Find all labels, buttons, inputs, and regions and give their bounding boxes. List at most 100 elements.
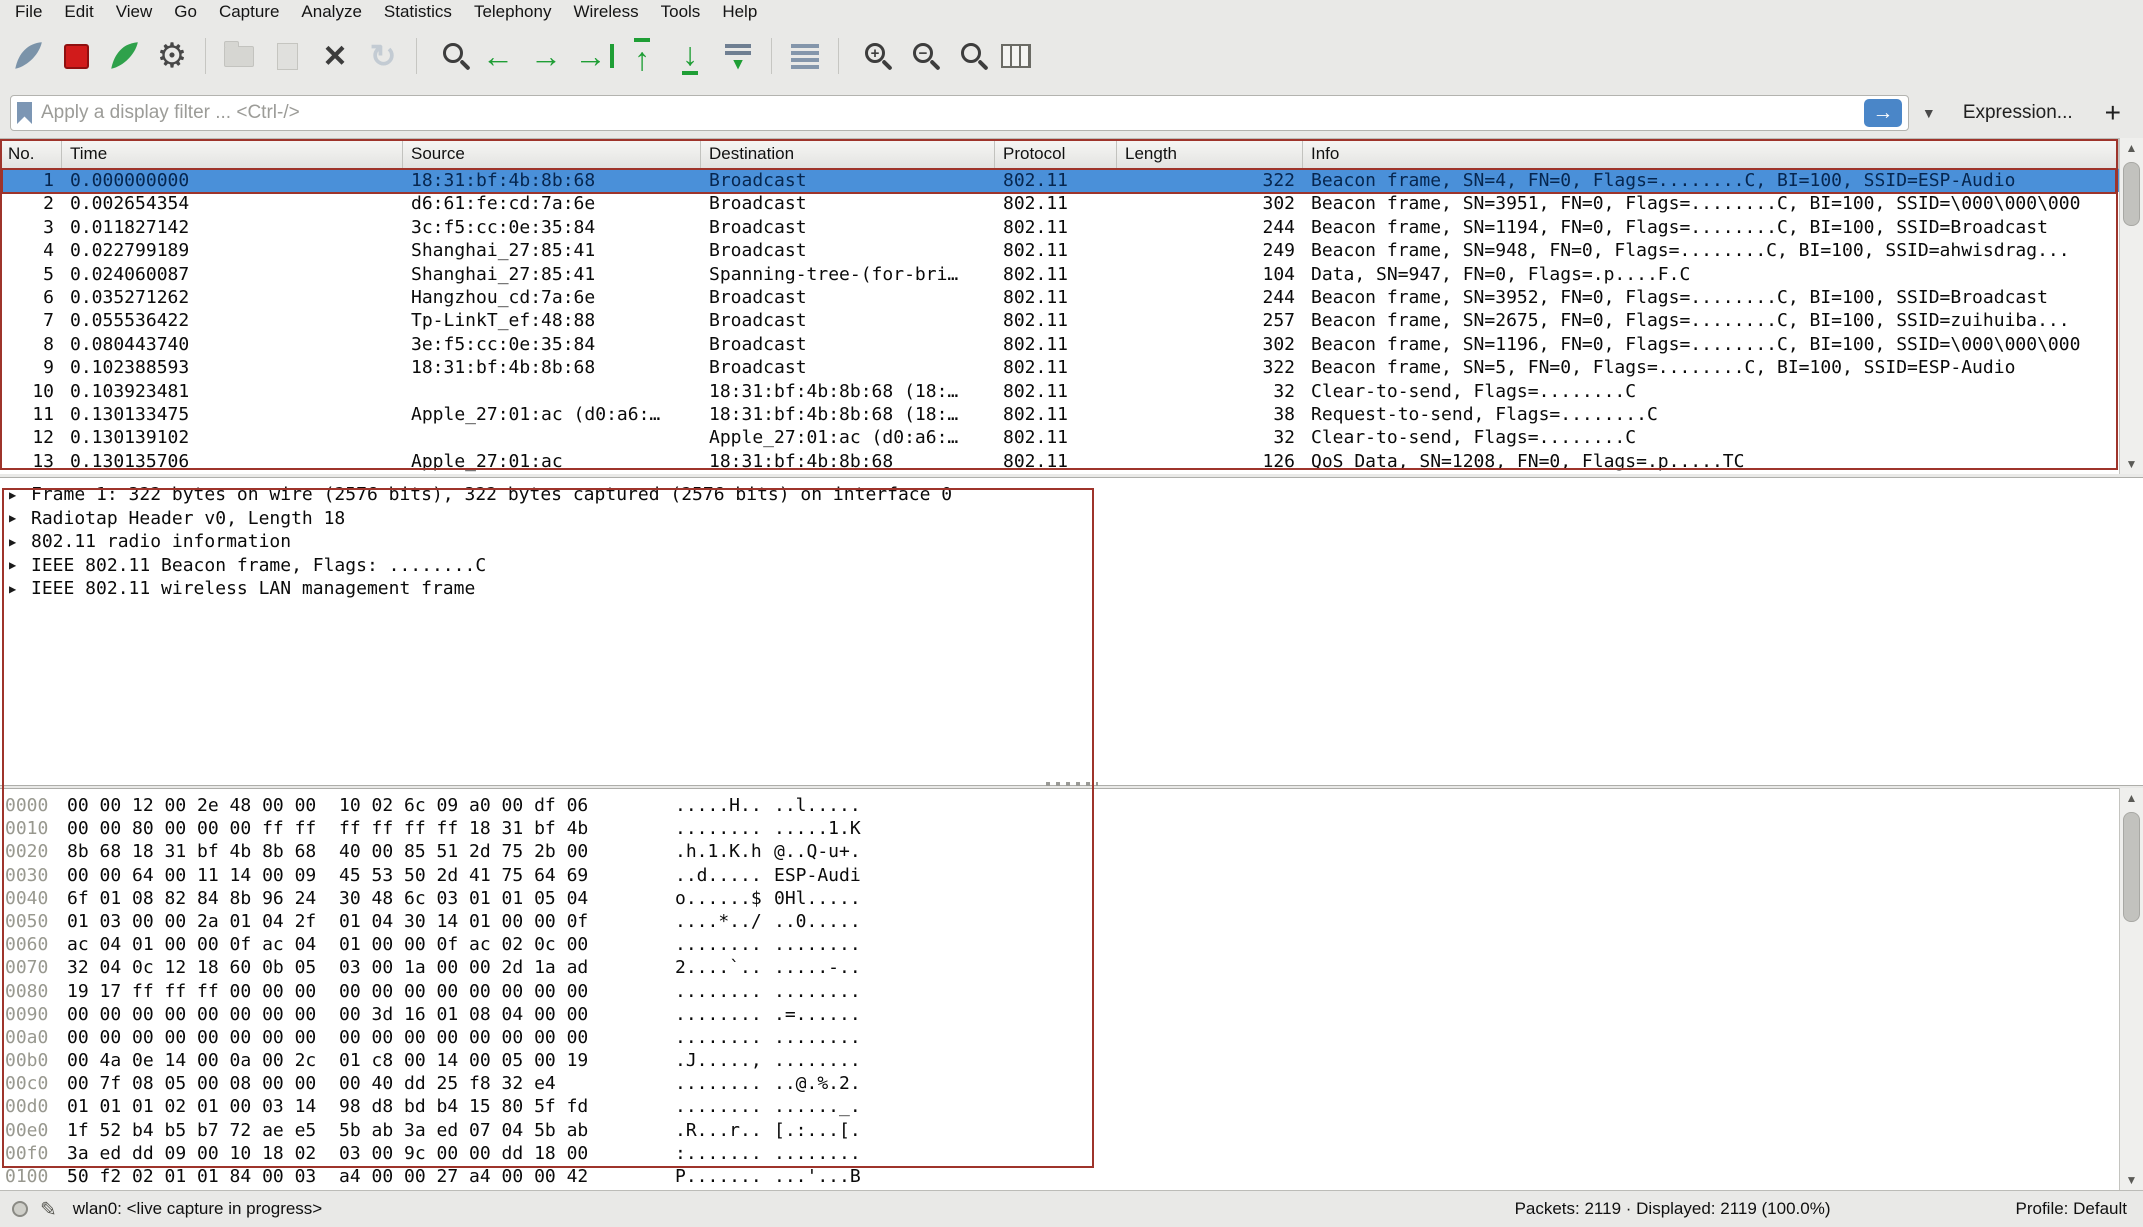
zoom-out-button[interactable]: − (896, 32, 944, 80)
column-header-info[interactable]: Info (1303, 139, 2119, 168)
expression-button[interactable]: Expression... (1949, 102, 2087, 124)
packet-list-scrollbar[interactable] (2119, 138, 2143, 474)
packet-row[interactable]: 130.130135706Apple_27:01:ac18:31:bf:4b:8… (0, 450, 2119, 473)
packet-row[interactable]: 40.022799189Shanghai_27:85:41Broadcast80… (0, 239, 2119, 262)
filter-history-dropdown-icon[interactable] (1915, 95, 1943, 131)
column-header-source[interactable]: Source (403, 139, 701, 168)
column-header-length[interactable]: Length (1117, 139, 1303, 168)
profile-text[interactable]: Profile: Default (2016, 1199, 2128, 1219)
start-capture-button[interactable] (4, 32, 52, 80)
restart-capture-button[interactable] (100, 32, 148, 80)
cell-source: Shanghai_27:85:41 (403, 263, 701, 286)
open-file-button[interactable] (215, 32, 263, 80)
save-file-button[interactable] (263, 32, 311, 80)
menu-file[interactable]: File (4, 1, 53, 23)
hex-row[interactable]: 003000 00 64 00 11 14 00 0945 53 50 2d 4… (0, 864, 2119, 887)
hex-row[interactable]: 009000 00 00 00 00 00 00 0000 3d 16 01 0… (0, 1003, 2119, 1026)
menu-go[interactable]: Go (163, 1, 208, 23)
next-packet-button[interactable]: → (522, 32, 570, 80)
cell-destination: 18:31:bf:4b:8b:68 (18:… (701, 403, 995, 426)
auto-scroll-button[interactable]: ▾ (714, 32, 762, 80)
detail-line[interactable]: Radiotap Header v0, Length 18 (0, 507, 2143, 531)
scroll-up-icon[interactable] (2120, 138, 2143, 158)
menu-view[interactable]: View (105, 1, 164, 23)
hex-row[interactable]: 00406f 01 08 82 84 8b 96 2430 48 6c 03 0… (0, 887, 2119, 910)
hex-row[interactable]: 00a000 00 00 00 00 00 00 0000 00 00 00 0… (0, 1026, 2119, 1049)
column-header-time[interactable]: Time (62, 139, 403, 168)
packet-row[interactable]: 70.055536422Tp-LinkT_ef:48:88Broadcast80… (0, 309, 2119, 332)
first-packet-button[interactable]: ↑ (618, 32, 666, 80)
menu-statistics[interactable]: Statistics (373, 1, 463, 23)
hex-row[interactable]: 0060ac 04 01 00 00 0f ac 0401 00 00 0f a… (0, 933, 2119, 956)
packet-row[interactable]: 100.10392348118:31:bf:4b:8b:68 (18:…802.… (0, 380, 2119, 403)
expert-info-icon[interactable] (12, 1201, 28, 1217)
apply-filter-button[interactable] (1864, 99, 1902, 127)
packet-bytes-scrollbar[interactable] (2119, 788, 2143, 1190)
menu-help[interactable]: Help (711, 1, 768, 23)
column-header-protocol[interactable]: Protocol (995, 139, 1117, 168)
packet-row[interactable]: 30.0118271423c:f5:cc:0e:35:84Broadcast80… (0, 216, 2119, 239)
find-packet-button[interactable] (426, 32, 474, 80)
previous-packet-button[interactable]: ← (474, 32, 522, 80)
colorize-button[interactable] (781, 32, 829, 80)
reload-file-button[interactable]: ↻ (359, 32, 407, 80)
detail-line[interactable]: IEEE 802.11 wireless LAN management fram… (0, 577, 2143, 601)
hex-bytes: a4 00 00 27 a4 00 00 42 (339, 1165, 591, 1188)
resize-columns-button[interactable] (992, 32, 1040, 80)
expand-arrow-icon[interactable] (9, 558, 24, 572)
scroll-up-icon[interactable] (2120, 788, 2143, 808)
hex-row[interactable]: 00208b 68 18 31 bf 4b 8b 6840 00 85 51 2… (0, 840, 2119, 863)
hex-row[interactable]: 008019 17 ff ff ff 00 00 0000 00 00 00 0… (0, 980, 2119, 1003)
pane-splitter-handle[interactable] (1046, 782, 1098, 786)
menu-tools[interactable]: Tools (650, 1, 712, 23)
hex-row[interactable]: 001000 00 80 00 00 00 ff ffff ff ff ff 1… (0, 817, 2119, 840)
hex-row[interactable]: 00b000 4a 0e 14 00 0a 00 2c01 c8 00 14 0… (0, 1049, 2119, 1072)
expand-arrow-icon[interactable] (9, 535, 24, 549)
packet-row[interactable]: 110.130133475Apple_27:01:ac (d0:a6:…18:3… (0, 403, 2119, 426)
hex-row[interactable]: 00c000 7f 08 05 00 08 00 0000 40 dd 25 f… (0, 1072, 2119, 1095)
packet-row[interactable]: 80.0804437403e:f5:cc:0e:35:84Broadcast80… (0, 333, 2119, 356)
display-filter-input[interactable]: Apply a display filter ... <Ctrl-/> (10, 95, 1909, 131)
packet-row[interactable]: 90.10238859318:31:bf:4b:8b:68Broadcast80… (0, 356, 2119, 379)
packet-row[interactable]: 60.035271262Hangzhou_cd:7a:6eBroadcast80… (0, 286, 2119, 309)
zoom-in-button[interactable]: + (848, 32, 896, 80)
detail-line[interactable]: 802.11 radio information (0, 530, 2143, 554)
menu-analyze[interactable]: Analyze (290, 1, 372, 23)
hex-row[interactable]: 000000 00 12 00 2e 48 00 0010 02 6c 09 a… (0, 794, 2119, 817)
packet-row[interactable]: 120.130139102Apple_27:01:ac (d0:a6:…802.… (0, 426, 2119, 449)
stop-capture-button[interactable] (52, 32, 100, 80)
capture-options-button[interactable]: ⚙ (148, 32, 196, 80)
goto-packet-button[interactable]: → (570, 32, 618, 80)
add-filter-button[interactable]: + (2093, 97, 2133, 129)
expand-arrow-icon[interactable] (9, 582, 24, 596)
cell-time: 0.011827142 (62, 216, 403, 239)
packet-bytes-scrollbar-thumb[interactable] (2123, 812, 2140, 922)
column-header-no[interactable]: No. (0, 139, 62, 168)
menu-capture[interactable]: Capture (208, 1, 290, 23)
menu-wireless[interactable]: Wireless (562, 1, 649, 23)
hex-row[interactable]: 00e01f 52 b4 b5 b7 72 ae e55b ab 3a ed 0… (0, 1119, 2119, 1142)
close-file-button[interactable]: × (311, 32, 359, 80)
last-packet-button[interactable]: ↓ (666, 32, 714, 80)
packet-list-scrollbar-thumb[interactable] (2123, 162, 2140, 226)
packet-row[interactable]: 50.024060087Shanghai_27:85:41Spanning-tr… (0, 263, 2119, 286)
menu-edit[interactable]: Edit (53, 1, 104, 23)
hex-row[interactable]: 00f03a ed dd 09 00 10 18 0203 00 9c 00 0… (0, 1142, 2119, 1165)
menu-telephony[interactable]: Telephony (463, 1, 563, 23)
hex-row[interactable]: 007032 04 0c 12 18 60 0b 0503 00 1a 00 0… (0, 956, 2119, 979)
filter-bookmark-icon[interactable] (17, 102, 32, 124)
detail-line[interactable]: Frame 1: 322 bytes on wire (2576 bits), … (0, 483, 2143, 507)
scroll-down-icon[interactable] (2120, 1170, 2143, 1190)
column-header-destination[interactable]: Destination (701, 139, 995, 168)
capture-comment-icon[interactable] (40, 1197, 57, 1222)
zoom-normal-button[interactable] (944, 32, 992, 80)
packet-row[interactable]: 10.00000000018:31:bf:4b:8b:68Broadcast80… (0, 169, 2119, 192)
expand-arrow-icon[interactable] (9, 488, 24, 502)
hex-row[interactable]: 010050 f2 02 01 01 84 00 03a4 00 00 27 a… (0, 1165, 2119, 1188)
detail-line[interactable]: IEEE 802.11 Beacon frame, Flags: .......… (0, 554, 2143, 578)
hex-row[interactable]: 00d001 01 01 02 01 00 03 1498 d8 bd b4 1… (0, 1095, 2119, 1118)
expand-arrow-icon[interactable] (9, 511, 24, 525)
packet-row[interactable]: 20.002654354d6:61:fe:cd:7a:6eBroadcast80… (0, 192, 2119, 215)
hex-row[interactable]: 005001 03 00 00 2a 01 04 2f01 04 30 14 0… (0, 910, 2119, 933)
scroll-down-icon[interactable] (2120, 454, 2143, 474)
